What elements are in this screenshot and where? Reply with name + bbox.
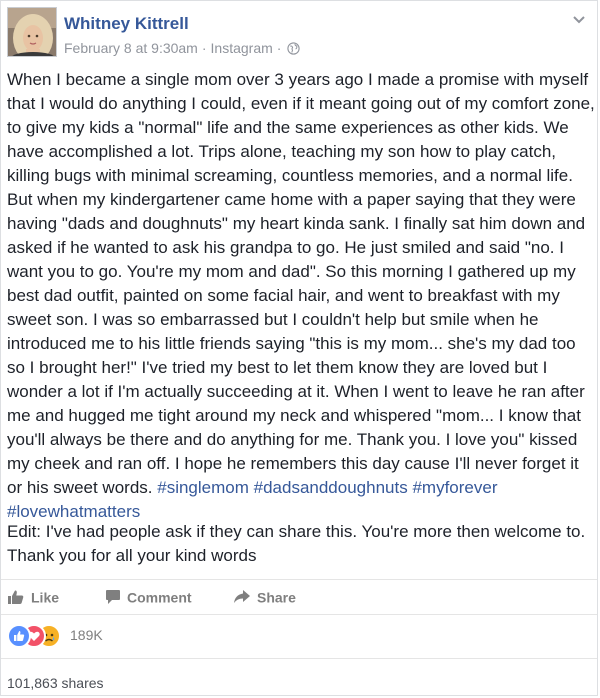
avatar-image bbox=[8, 8, 56, 56]
share-icon bbox=[234, 590, 250, 604]
post-card: Whitney Kittrell February 8 at 9:30am · In… bbox=[0, 0, 598, 696]
meta-separator: · bbox=[201, 40, 207, 57]
author-name[interactable]: Whitney Kittrell bbox=[64, 14, 189, 34]
comment-label: Comment bbox=[127, 589, 192, 606]
hashtag-link[interactable]: #singlemom bbox=[157, 478, 249, 497]
post-meta: February 8 at 9:30am · Instagram · bbox=[64, 39, 301, 57]
reaction-count[interactable]: 189K bbox=[70, 627, 103, 643]
like-button[interactable]: Like bbox=[7, 588, 59, 605]
post-body: When I became a single mom over 3 years … bbox=[7, 68, 597, 524]
hashtag-link[interactable]: #dadsanddoughnuts bbox=[254, 478, 408, 497]
chevron-down-icon[interactable] bbox=[571, 13, 587, 25]
like-reaction-icon bbox=[7, 624, 31, 648]
post-date[interactable]: February 8 at 9:30am bbox=[64, 40, 198, 56]
globe-icon[interactable] bbox=[287, 42, 301, 55]
divider bbox=[1, 658, 597, 659]
post-edit-note: Edit: I've had people ask if they can sh… bbox=[7, 522, 586, 565]
comment-button[interactable]: Comment bbox=[105, 588, 192, 605]
like-label: Like bbox=[31, 589, 60, 606]
avatar[interactable] bbox=[7, 7, 57, 57]
comment-icon bbox=[106, 590, 120, 605]
share-count[interactable]: 101,863 shares bbox=[7, 675, 104, 691]
post-text: When I became a single mom over 3 years … bbox=[7, 70, 595, 497]
hashtag-link[interactable]: #lovewhatmatters bbox=[7, 502, 140, 521]
post-source[interactable]: Instagram bbox=[211, 40, 273, 56]
thumbs-up-icon bbox=[8, 590, 24, 605]
hashtag-link[interactable]: #myforever bbox=[412, 478, 497, 497]
meta-separator-2: · bbox=[276, 40, 282, 57]
share-label: Share bbox=[257, 589, 296, 606]
action-bar: Like Comment Share bbox=[1, 579, 597, 615]
share-button[interactable]: Share bbox=[233, 588, 296, 605]
post-header: Whitney Kittrell February 8 at 9:30am · In… bbox=[7, 7, 593, 59]
